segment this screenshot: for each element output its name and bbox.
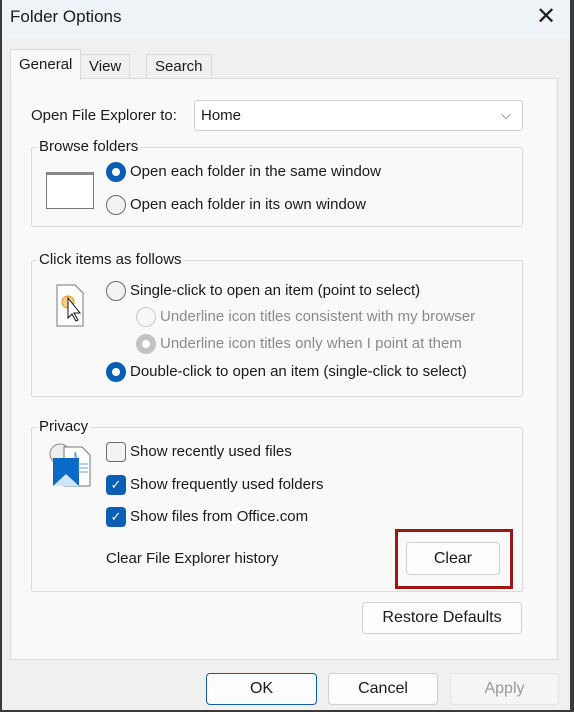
radio-double-click[interactable] — [106, 362, 126, 382]
tab-search[interactable]: Search — [146, 54, 212, 79]
clear-button[interactable]: Clear — [406, 542, 500, 575]
cancel-button[interactable]: Cancel — [328, 673, 438, 705]
checkbox-frequent-folders[interactable]: ✓ — [106, 475, 126, 495]
checkbox-office-files[interactable]: ✓ — [106, 507, 126, 527]
clear-history-label: Clear File Explorer history — [106, 550, 279, 567]
ok-button[interactable]: OK — [206, 673, 317, 705]
radio-double-click-label: Double-click to open an item (single-cli… — [130, 363, 467, 380]
checkbox-recent-files[interactable] — [106, 442, 126, 462]
close-icon[interactable]: ✕ — [532, 3, 560, 31]
browse-folders-group: Browse folders — [31, 138, 523, 227]
dropdown-value: Home — [201, 107, 242, 124]
tab-view[interactable]: View — [80, 54, 131, 79]
apply-button[interactable]: Apply — [450, 673, 559, 705]
checkbox-office-files-label: Show files from Office.com — [130, 508, 309, 525]
title-bar: Folder Options ✕ — [2, 0, 570, 38]
radio-underline-browser-label: Underline icon titles consistent with my… — [160, 308, 476, 325]
radio-own-window-label: Open each folder in its own window — [130, 196, 366, 213]
radio-own-window[interactable] — [106, 195, 126, 215]
folder-options-dialog: Folder Options ✕ General View Search Ope… — [2, 0, 570, 710]
chevron-down-icon: ⌵ — [501, 107, 511, 122]
window-icon — [46, 172, 94, 209]
tab-general[interactable]: General — [10, 49, 82, 80]
radio-single-click[interactable] — [106, 281, 126, 301]
browse-legend: Browse folders — [37, 138, 141, 156]
privacy-icon — [48, 442, 94, 490]
click-legend: Click items as follows — [37, 251, 184, 269]
privacy-legend: Privacy — [37, 418, 91, 436]
checkbox-frequent-folders-label: Show frequently used folders — [130, 476, 324, 493]
radio-same-window-label: Open each folder in the same window — [130, 163, 381, 180]
open-explorer-dropdown[interactable]: Home ⌵ — [194, 100, 523, 131]
restore-defaults-button[interactable]: Restore Defaults — [362, 602, 522, 634]
radio-underline-point-label: Underline icon titles only when I point … — [160, 335, 462, 352]
radio-same-window[interactable] — [106, 162, 126, 182]
pointer-file-icon — [56, 284, 84, 327]
radio-single-click-label: Single-click to open an item (point to s… — [130, 282, 421, 299]
open-explorer-label: Open File Explorer to: — [31, 107, 177, 124]
checkbox-recent-files-label: Show recently used files — [130, 443, 292, 460]
radio-underline-point[interactable] — [136, 334, 156, 354]
window-title: Folder Options — [10, 7, 122, 26]
radio-underline-browser[interactable] — [136, 307, 156, 327]
